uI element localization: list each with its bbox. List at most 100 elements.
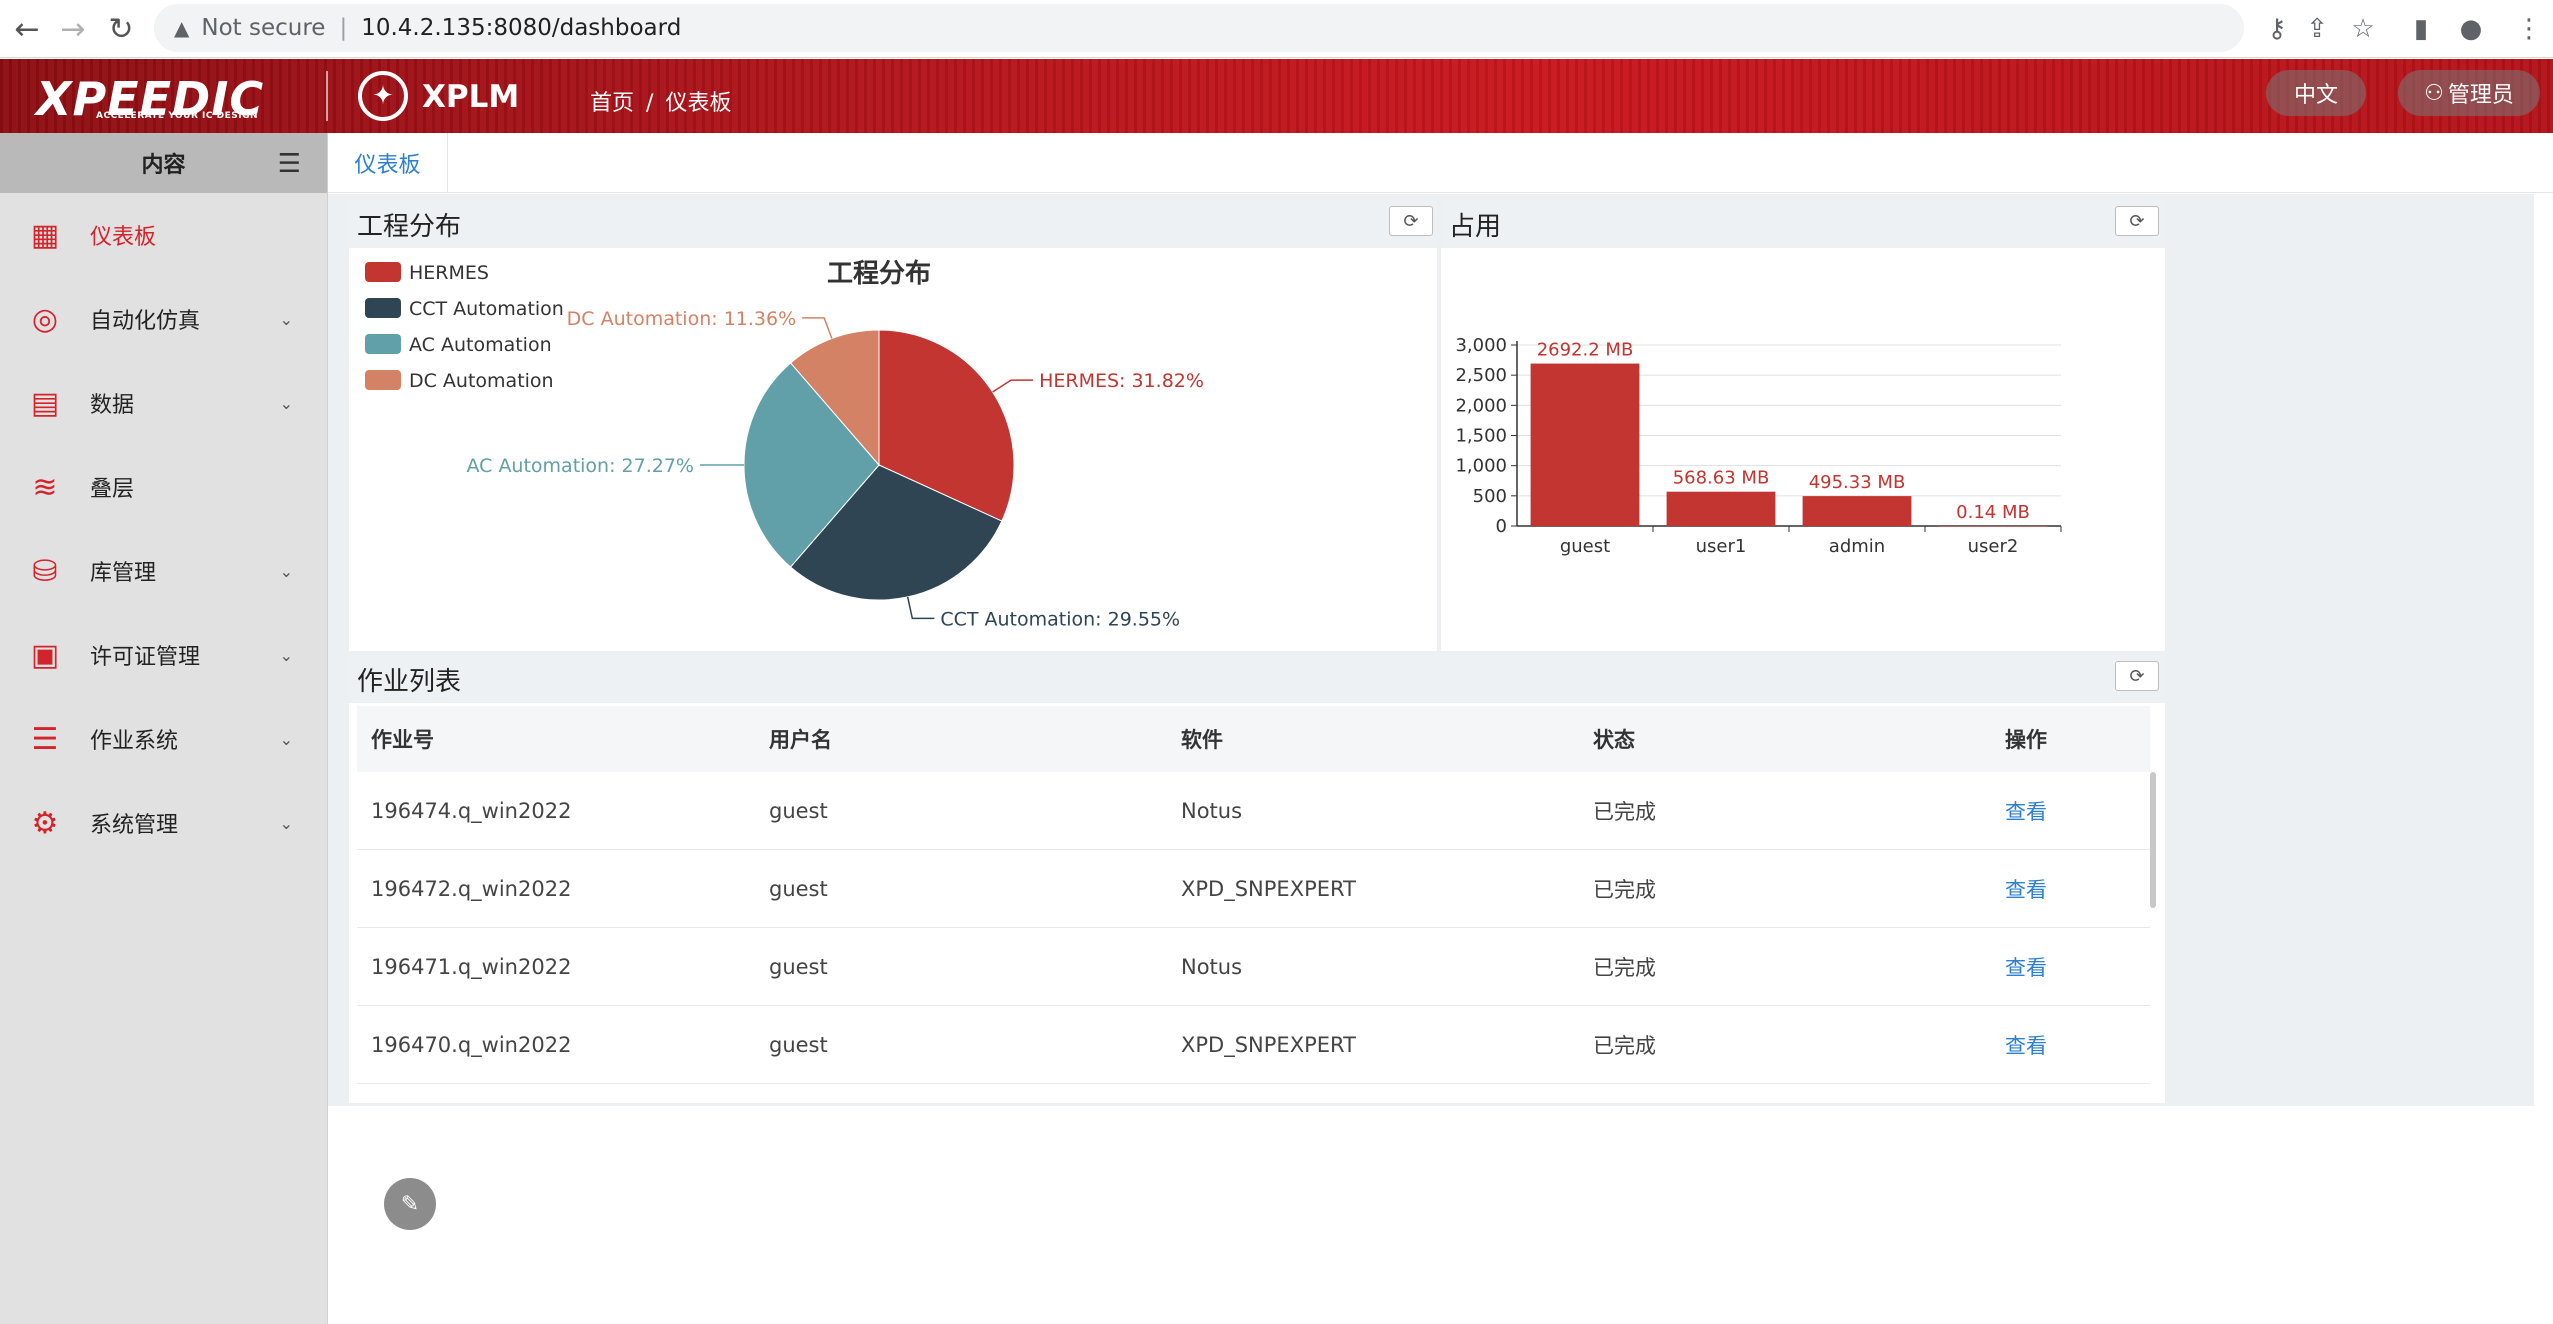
software: XPD_SNPEXPERT xyxy=(1181,1032,1356,1057)
user-menu-button[interactable]: ⚇ 管理员 xyxy=(2398,70,2540,116)
dashboard-icon: ▦ xyxy=(30,217,60,253)
bar-data-label-2: 495.33 MB xyxy=(1809,472,1906,493)
bar-data-label-0: 2692.2 MB xyxy=(1537,340,1634,361)
bar-3[interactable] xyxy=(1938,525,2048,527)
panel-title: 工程分布 xyxy=(349,200,1437,248)
status: 已完成 xyxy=(1593,877,1656,902)
x-tick-label-3: user2 xyxy=(1968,536,2019,557)
bar-1[interactable] xyxy=(1666,491,1776,526)
header-divider xyxy=(326,71,328,121)
refresh-button[interactable]: ⟳ xyxy=(2115,206,2159,236)
col-username[interactable]: 用户名 xyxy=(769,724,1181,754)
sidebar-item-6[interactable]: ☰ 作业系统 ⌄ xyxy=(0,697,327,781)
y-tick-label-2: 1,000 xyxy=(1455,456,1507,477)
table-row: 196471.q_win2022 guest Notus 已完成 查看 xyxy=(357,928,2150,1006)
status: 已完成 xyxy=(1593,1033,1656,1058)
username: guest xyxy=(769,798,828,823)
sidebar-item-label: 作业系统 xyxy=(90,729,179,754)
pie-data-label-0: HERMES: 31.82% xyxy=(1039,370,1204,392)
license-icon: ▣ xyxy=(30,637,60,673)
forward-icon[interactable]: → xyxy=(54,10,92,48)
sidebar-item-5[interactable]: ▣ 许可证管理 ⌄ xyxy=(0,613,327,697)
address-separator: | xyxy=(339,15,348,41)
view-link[interactable]: 查看 xyxy=(2005,952,2150,982)
pie-chart: 工程分布 HERMES: 31.82% HERMES CCT Automation: … xyxy=(365,259,1204,630)
legend-swatch-2[interactable] xyxy=(365,334,401,354)
legend-label-2[interactable]: AC Automation xyxy=(409,334,552,356)
breadcrumb-current: 仪表板 xyxy=(665,91,732,116)
legend-label-3[interactable]: DC Automation xyxy=(409,370,554,392)
job-id: 196471.q_win2022 xyxy=(371,954,572,979)
panel-title: 占用 xyxy=(1441,200,2165,248)
reload-icon[interactable]: ↻ xyxy=(102,10,140,48)
legend-swatch-3[interactable] xyxy=(365,370,401,390)
y-tick-label-3: 1,500 xyxy=(1455,426,1507,447)
not-secure-label: Not secure xyxy=(201,15,326,41)
username: guest xyxy=(769,954,828,979)
legend-label-0[interactable]: HERMES xyxy=(409,262,489,284)
status: 已完成 xyxy=(1593,799,1656,824)
browser-toolbar: ← → ↻ ▲ Not secure | 10.4.2.135:8080/das… xyxy=(0,0,2553,58)
app-name: XPLM xyxy=(422,79,520,115)
breadcrumb-separator: / xyxy=(646,91,654,116)
table-row: 196474.q_win2022 guest Notus 已完成 查看 xyxy=(357,772,2150,850)
profile-icon[interactable]: ● xyxy=(2452,10,2490,48)
language-button[interactable]: 中文 xyxy=(2266,70,2366,116)
y-tick-label-0: 0 xyxy=(1496,516,1507,537)
side-panel-icon[interactable]: ▮ xyxy=(2402,10,2440,48)
sidebar-item-7[interactable]: ⚙ 系统管理 ⌄ xyxy=(0,781,327,865)
y-tick-label-5: 2,500 xyxy=(1455,365,1507,386)
col-action: 操作 xyxy=(2005,728,2047,752)
sidebar-item-2[interactable]: ▤ 数据 ⌄ xyxy=(0,361,327,445)
chevron-down-icon: ⌄ xyxy=(279,561,293,581)
job-icon: ☰ xyxy=(31,721,59,757)
table-header: 作业号 用户名 软件 状态 操作 xyxy=(357,706,2150,772)
url-text: 10.4.2.135:8080/dashboard xyxy=(361,15,682,41)
back-icon[interactable]: ← xyxy=(8,10,46,48)
pie-title: 工程分布 xyxy=(827,259,931,289)
sidebar-item-3[interactable]: ≋ 叠层 xyxy=(0,445,327,529)
logo-tagline: ACCELERATE YOUR IC DESIGN xyxy=(96,111,258,121)
bar-chart: 0 500 1,000 1,500 2,000 2,500 3,000 2692.2 MB gu… xyxy=(1455,335,2062,557)
job-id: 196472.q_win2022 xyxy=(371,876,572,901)
key-icon[interactable]: ⚷ xyxy=(2258,10,2296,48)
pie-label-line-3 xyxy=(802,317,833,339)
sidebar-item-1[interactable]: ◎ 自动化仿真 ⌄ xyxy=(0,277,327,361)
refresh-button[interactable]: ⟳ xyxy=(2115,661,2159,691)
col-status[interactable]: 状态 xyxy=(1593,724,2005,754)
edit-float-button[interactable]: ✎ xyxy=(384,1178,436,1230)
sidebar-item-4[interactable]: ⛁ 库管理 ⌄ xyxy=(0,529,327,613)
share-icon[interactable]: ⇪ xyxy=(2298,10,2336,48)
software: Notus xyxy=(1181,798,1243,823)
collapse-menu-icon[interactable]: ☰ xyxy=(278,149,301,179)
col-software[interactable]: 软件 xyxy=(1181,724,1593,754)
table-scrollbar[interactable] xyxy=(2150,772,2156,908)
legend-swatch-0[interactable] xyxy=(365,262,401,282)
software: Notus xyxy=(1181,954,1243,979)
more-icon[interactable]: ⋮ xyxy=(2510,10,2548,48)
chevron-down-icon: ⌄ xyxy=(279,645,293,665)
col-job-id[interactable]: 作业号 xyxy=(357,724,769,754)
refresh-button[interactable]: ⟳ xyxy=(1389,206,1433,236)
bar-0[interactable] xyxy=(1530,363,1640,526)
view-link[interactable]: 查看 xyxy=(2005,796,2150,826)
username: guest xyxy=(769,1032,828,1057)
warning-icon: ▲ xyxy=(174,16,190,40)
tab-dashboard[interactable]: 仪表板 xyxy=(328,133,448,193)
chevron-down-icon: ⌄ xyxy=(279,813,293,833)
sidebar-item-label: 许可证管理 xyxy=(90,645,201,670)
star-icon[interactable]: ☆ xyxy=(2344,10,2382,48)
sidebar-item-0[interactable]: ▦ 仪表板 xyxy=(0,193,327,277)
breadcrumb-home[interactable]: 首页 xyxy=(590,91,634,116)
automation-icon: ◎ xyxy=(31,301,59,337)
address-bar[interactable]: ▲ Not secure | 10.4.2.135:8080/dashboard xyxy=(154,4,2244,52)
chevron-down-icon: ⌄ xyxy=(279,729,293,749)
pie-data-label-2: AC Automation: 27.27% xyxy=(466,455,694,477)
chevron-down-icon: ⌄ xyxy=(279,309,293,329)
view-link[interactable]: 查看 xyxy=(2005,1030,2150,1060)
view-link[interactable]: 查看 xyxy=(2005,874,2150,904)
legend-label-1[interactable]: CCT Automation xyxy=(409,298,564,320)
legend-swatch-1[interactable] xyxy=(365,298,401,318)
bar-2[interactable] xyxy=(1802,496,1912,526)
chevron-down-icon: ⌄ xyxy=(279,393,293,413)
